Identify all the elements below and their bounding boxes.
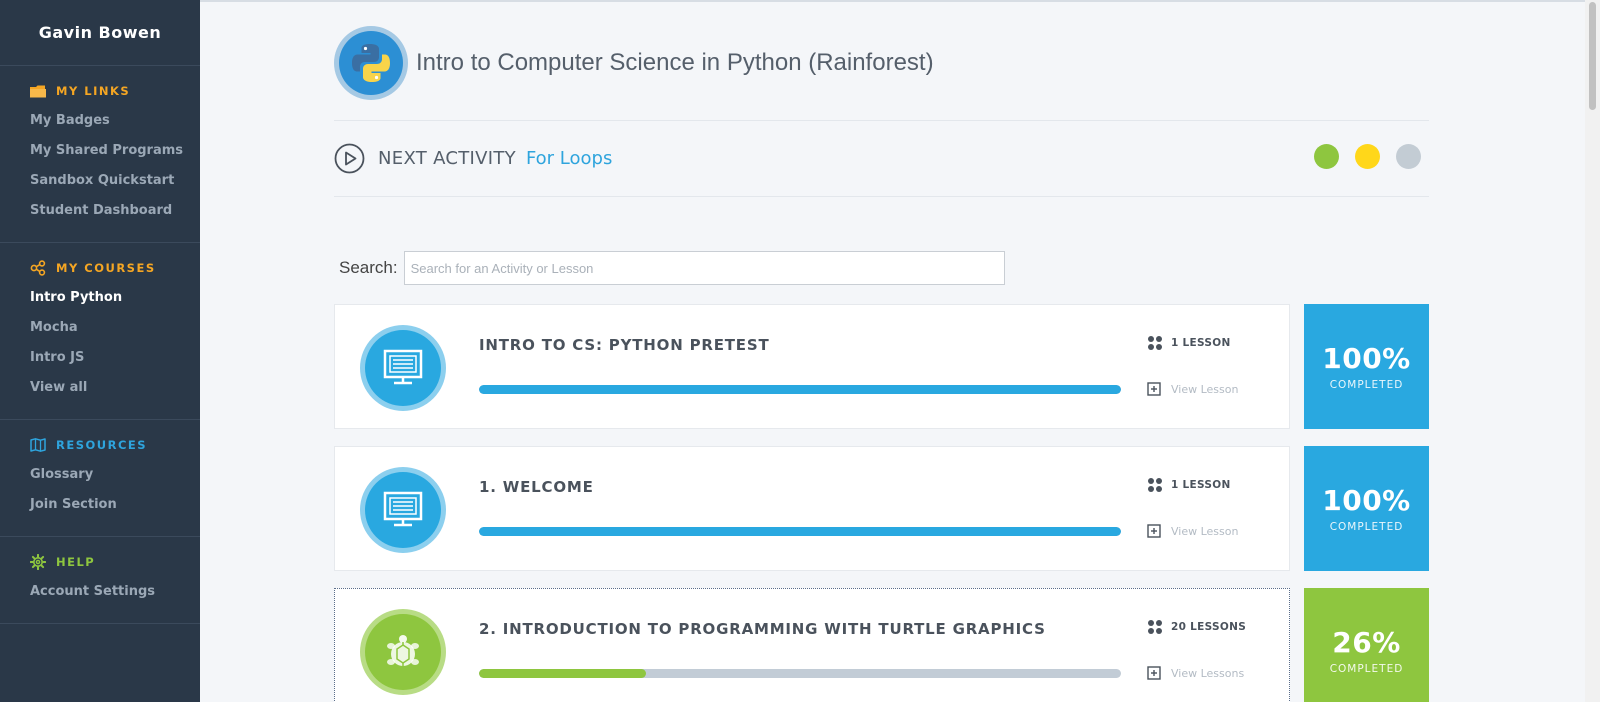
scrollbar[interactable] bbox=[1585, 0, 1600, 702]
view-lessons-label[interactable]: View Lesson bbox=[1171, 525, 1238, 538]
sidebar-item-my-badges[interactable]: My Badges bbox=[0, 106, 200, 136]
sidebar: Gavin Bowen MY LINKS My Badges My Shared… bbox=[0, 0, 200, 702]
unit-progress-fill bbox=[479, 669, 646, 678]
unit-completion-label: COMPLETED bbox=[1329, 521, 1404, 533]
folder-icon bbox=[30, 85, 46, 97]
share-nodes-icon bbox=[30, 260, 46, 276]
unit-lesson-count-label: 1 LESSON bbox=[1171, 337, 1231, 349]
computer-icon bbox=[383, 491, 423, 527]
unit-completion-percent: 100% bbox=[1322, 342, 1411, 375]
plus-square-icon bbox=[1147, 382, 1161, 396]
unit-icon bbox=[365, 614, 441, 690]
unit-completion-percent: 26% bbox=[1332, 626, 1401, 659]
python-logo-icon bbox=[334, 26, 408, 100]
sidebar-item-glossary[interactable]: Glossary bbox=[0, 460, 200, 490]
unit-completion-percent: 100% bbox=[1322, 484, 1411, 517]
unit-completion-box: 100% COMPLETED bbox=[1304, 446, 1429, 571]
resources-section: RESOURCES Glossary Join Section bbox=[0, 420, 200, 537]
sidebar-item-my-shared-programs[interactable]: My Shared Programs bbox=[0, 136, 200, 166]
my-courses-heading: MY COURSES bbox=[0, 260, 200, 276]
my-links-heading-label: MY LINKS bbox=[56, 84, 131, 98]
turtle-icon bbox=[387, 635, 419, 666]
computer-icon bbox=[383, 349, 423, 385]
plus-square-icon bbox=[1147, 524, 1161, 538]
sidebar-item-mocha[interactable]: Mocha bbox=[0, 313, 200, 343]
sidebar-item-view-all[interactable]: View all bbox=[0, 373, 200, 403]
unit-title[interactable]: INTRO TO CS: PYTHON PRETEST bbox=[479, 336, 769, 354]
gear-icon bbox=[30, 554, 46, 570]
sidebar-item-intro-js[interactable]: Intro JS bbox=[0, 343, 200, 373]
unit-title[interactable]: 2. INTRODUCTION TO PROGRAMMING WITH TURT… bbox=[479, 620, 1046, 638]
user-name[interactable]: Gavin Bowen bbox=[0, 0, 200, 66]
resources-heading-label: RESOURCES bbox=[56, 438, 148, 452]
search-row: Search: bbox=[339, 251, 1005, 285]
status-dot-yellow bbox=[1355, 144, 1380, 169]
scrollbar-thumb[interactable] bbox=[1589, 2, 1596, 110]
resources-heading: RESOURCES bbox=[0, 438, 200, 452]
my-links-section: MY LINKS My Badges My Shared Programs Sa… bbox=[0, 66, 200, 243]
lessons-grid-icon bbox=[1148, 620, 1162, 634]
play-circle-icon[interactable] bbox=[334, 143, 365, 174]
sidebar-item-student-dashboard[interactable]: Student Dashboard bbox=[0, 196, 200, 226]
status-dot-green bbox=[1314, 144, 1339, 169]
unit-completion-label: COMPLETED bbox=[1329, 663, 1404, 675]
view-lessons-label[interactable]: View Lessons bbox=[1171, 667, 1244, 680]
unit-completion-box: 26% COMPLETED bbox=[1304, 588, 1429, 702]
unit-progress-bar bbox=[479, 669, 1121, 678]
next-activity-label: NEXT ACTIVITY bbox=[378, 147, 516, 169]
unit-progress-fill bbox=[479, 385, 1121, 394]
map-icon bbox=[30, 438, 46, 452]
header-divider bbox=[334, 120, 1429, 121]
help-heading: HELP bbox=[0, 554, 200, 570]
help-heading-label: HELP bbox=[56, 555, 96, 569]
unit-lesson-count-label: 20 LESSONS bbox=[1171, 621, 1247, 633]
sidebar-item-sandbox-quickstart[interactable]: Sandbox Quickstart bbox=[0, 166, 200, 196]
view-lessons-label[interactable]: View Lesson bbox=[1171, 383, 1238, 396]
status-dot-gray bbox=[1396, 144, 1421, 169]
lessons-grid-icon bbox=[1148, 336, 1162, 350]
sidebar-item-account-settings[interactable]: Account Settings bbox=[0, 577, 200, 607]
next-activity: NEXT ACTIVITY For Loops bbox=[334, 142, 612, 174]
search-input[interactable] bbox=[403, 251, 1005, 285]
help-section: HELP Account Settings bbox=[0, 537, 200, 624]
unit-lesson-count-label: 1 LESSON bbox=[1171, 479, 1231, 491]
my-courses-section: MY COURSES Intro Python Mocha Intro JS V… bbox=[0, 243, 200, 420]
my-links-heading: MY LINKS bbox=[0, 84, 200, 98]
unit-completion-box: 100% COMPLETED bbox=[1304, 304, 1429, 429]
unit-card[interactable]: 2. INTRODUCTION TO PROGRAMMING WITH TURT… bbox=[334, 588, 1290, 702]
status-legend bbox=[1314, 144, 1437, 169]
next-activity-divider bbox=[334, 196, 1429, 197]
view-lessons-link[interactable]: View Lesson bbox=[1147, 382, 1238, 396]
unit-progress-fill bbox=[479, 527, 1121, 536]
unit-lesson-count: 20 LESSONS bbox=[1147, 619, 1246, 635]
unit-lesson-count: 1 LESSON bbox=[1147, 477, 1231, 493]
unit-progress-bar bbox=[479, 385, 1121, 394]
unit-icon bbox=[365, 472, 441, 548]
unit-card[interactable]: INTRO TO CS: PYTHON PRETEST 1 LESSON View … bbox=[334, 304, 1290, 429]
sidebar-item-join-section[interactable]: Join Section bbox=[0, 490, 200, 520]
unit-progress-bar bbox=[479, 527, 1121, 536]
lessons-grid-icon bbox=[1148, 478, 1162, 492]
next-activity-link[interactable]: For Loops bbox=[526, 148, 612, 169]
sidebar-item-intro-python[interactable]: Intro Python bbox=[0, 283, 200, 313]
unit-card[interactable]: 1. WELCOME 1 LESSON View Lesson bbox=[334, 446, 1290, 571]
search-label: Search: bbox=[339, 258, 398, 277]
plus-square-icon bbox=[1147, 666, 1161, 680]
course-title: Intro to Computer Science in Python (Rai… bbox=[416, 49, 934, 76]
unit-title[interactable]: 1. WELCOME bbox=[479, 478, 594, 496]
unit-lesson-count: 1 LESSON bbox=[1147, 335, 1231, 351]
view-lessons-link[interactable]: View Lesson bbox=[1147, 524, 1238, 538]
main-content: Intro to Computer Science in Python (Rai… bbox=[200, 0, 1585, 702]
my-courses-heading-label: MY COURSES bbox=[56, 261, 156, 275]
view-lessons-link[interactable]: View Lessons bbox=[1147, 666, 1244, 680]
course-header: Intro to Computer Science in Python (Rai… bbox=[334, 26, 934, 100]
unit-icon bbox=[365, 330, 441, 406]
unit-completion-label: COMPLETED bbox=[1329, 379, 1404, 391]
